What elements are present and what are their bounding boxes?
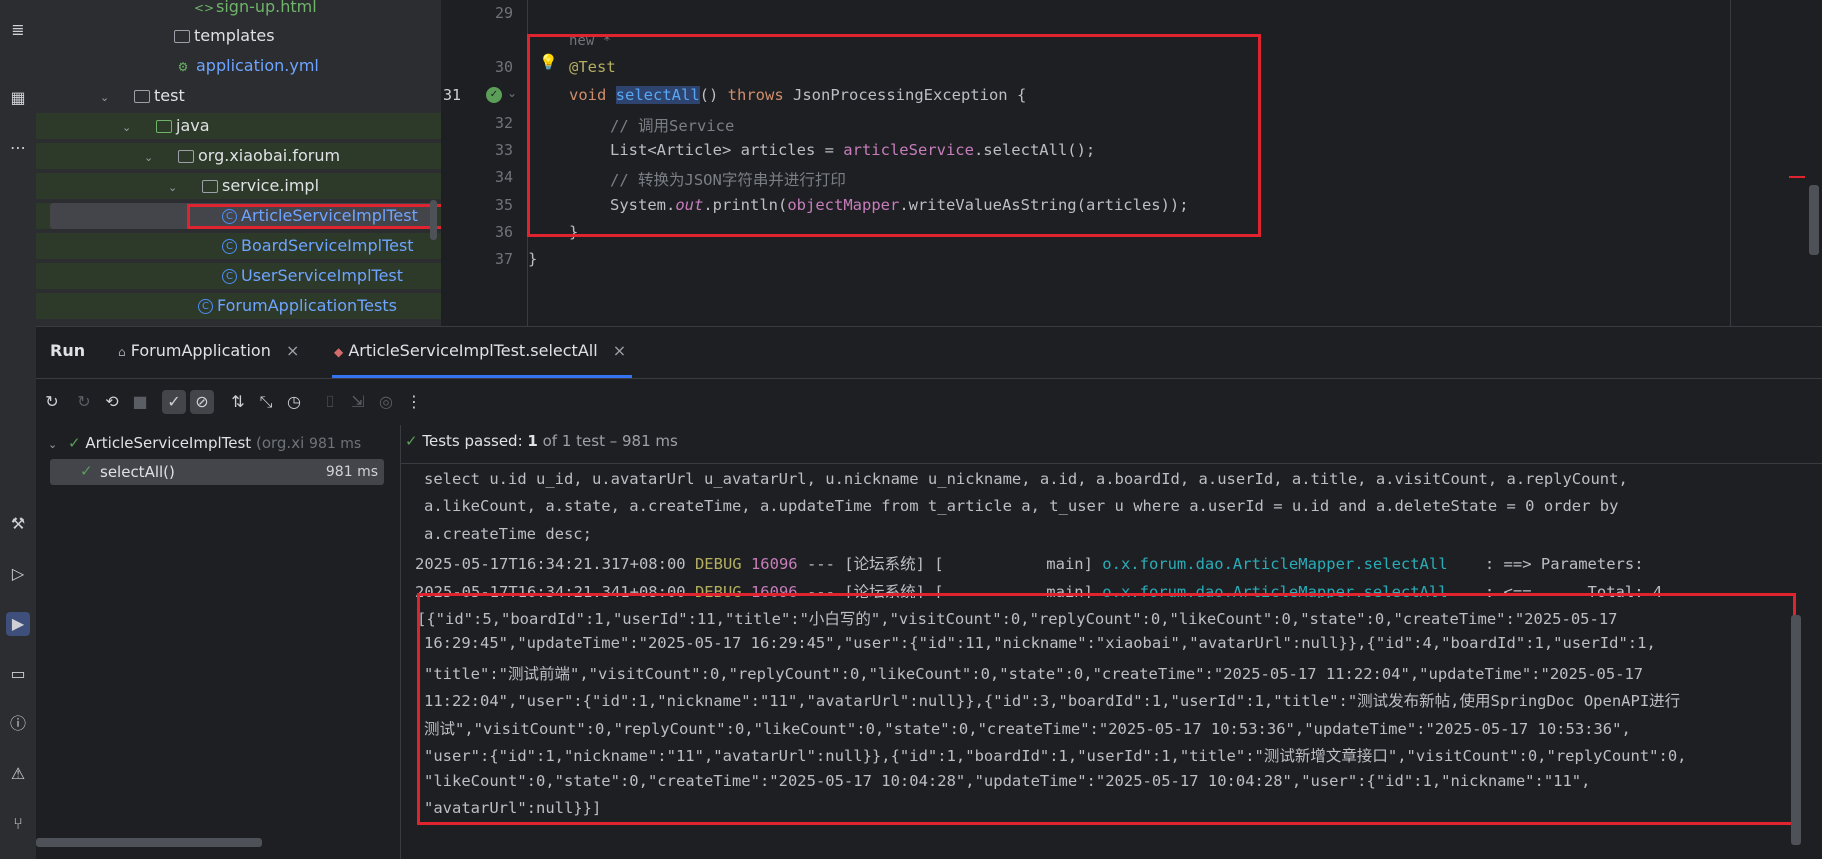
line-number: 30: [494, 58, 513, 76]
build-icon[interactable]: ⚒: [6, 512, 30, 536]
tree-item-application-yml[interactable]: ⚙ application.yml: [36, 53, 441, 79]
database-icon[interactable]: ≣: [6, 18, 30, 42]
close-icon[interactable]: ×: [286, 341, 299, 360]
toggle-auto-test-icon[interactable]: ⟲: [100, 390, 124, 414]
passed-check-icon: ✓: [80, 462, 93, 480]
run-icon[interactable]: ▶: [6, 612, 30, 636]
line-number: 34: [494, 168, 513, 186]
more-icon[interactable]: ⋯: [6, 136, 30, 160]
class-icon: C: [222, 239, 237, 254]
show-ignored-icon[interactable]: ⊘: [190, 390, 214, 414]
run-title: Run: [50, 341, 86, 360]
class-icon: C: [222, 269, 237, 284]
chevron-down-icon: ⌄: [144, 151, 154, 164]
status-divider: [401, 463, 1822, 464]
run-console[interactable]: ✓ Tests passed: 1 of 1 test – 981 ms sel…: [401, 425, 1822, 859]
import-icon[interactable]: ⇲: [346, 390, 370, 414]
code-editor[interactable]: new * 💡 @Test void selectAll() throws Js…: [527, 0, 1822, 326]
stop-icon[interactable]: ■: [128, 390, 152, 414]
line-number: 37: [494, 250, 513, 268]
passed-check-icon: ✓: [405, 432, 418, 450]
console-line: a.likeCount, a.state, a.createTime, a.up…: [424, 497, 1619, 515]
console-line: select u.id u_id, u.avatarUrl u_avatarUr…: [424, 470, 1628, 488]
annotation-box-tree: [187, 204, 441, 229]
console-line: a.createTime desc;: [424, 525, 592, 543]
test-results-tree: ⌄ ✓ ArticleServiceImplTest (org.xi 981 m…: [36, 425, 401, 859]
tree-item-java[interactable]: ⌄ java: [36, 113, 441, 139]
yml-file-icon: ⚙: [177, 59, 189, 74]
chevron-down-icon: ⌄: [122, 121, 132, 134]
test-status-bar: ✓ Tests passed: 1 of 1 test – 981 ms: [405, 432, 678, 450]
tab-forum-application[interactable]: ⌂ ForumApplication ×: [118, 341, 299, 360]
chevron-down-icon: ⌄: [48, 438, 58, 451]
tree-item-test[interactable]: ⌄ test: [36, 83, 441, 109]
line-number: 29: [494, 4, 513, 22]
tree-item-board-service-impl-test[interactable]: C BoardServiceImplTest: [36, 233, 441, 259]
problems-icon[interactable]: ⓘ: [6, 712, 30, 736]
rerun-failed-icon[interactable]: ↻: [72, 390, 96, 414]
run-toolbar: ↻ ↻ ⟲ ■ ✓ ⊘ ⇅ ⤡ ◷ ⌷ ⇲ ◎ ⋮: [36, 378, 1822, 426]
collapse-icon[interactable]: ⤡: [254, 390, 278, 414]
screenshot-icon[interactable]: ⌷: [318, 390, 342, 414]
line-number: 31: [442, 86, 461, 104]
console-log-line: 2025-05-17T16:34:21.317+08:00 DEBUG 1609…: [415, 555, 1644, 573]
tree-item-sign-up[interactable]: <> sign-up.html: [36, 0, 441, 20]
error-stripe-mark[interactable]: [1789, 176, 1805, 178]
test-child-node[interactable]: ✓ selectAll() 981 ms: [50, 459, 384, 485]
editor-scrollbar[interactable]: [1809, 185, 1819, 255]
terminal-icon[interactable]: ▭: [6, 662, 30, 686]
tab-article-service-impl-test[interactable]: ◆ ArticleServiceImplTest.selectAll ×: [334, 341, 626, 360]
html-file-icon: <>: [194, 0, 215, 15]
history-icon[interactable]: ◷: [282, 390, 306, 414]
show-passed-icon[interactable]: ✓: [162, 390, 186, 414]
services-icon[interactable]: ▷: [6, 562, 30, 586]
class-icon: C: [198, 299, 213, 314]
passed-check-icon: ✓: [68, 434, 81, 452]
editor-gutter: 29 30 31 ✓ ⌄ 32 33 34 35 36 37: [441, 0, 527, 326]
test-config-icon: ◆: [334, 345, 344, 359]
fold-chevron-icon[interactable]: ⌄: [507, 86, 517, 100]
console-scrollbar[interactable]: [1791, 615, 1801, 845]
line-number: 36: [494, 223, 513, 241]
warning-icon[interactable]: ⚠: [6, 762, 30, 786]
code-line-37: }: [528, 250, 538, 268]
line-number: 35: [494, 196, 513, 214]
tree-item-org-xiaobai-forum[interactable]: ⌄ org.xiaobai.forum: [36, 143, 441, 169]
line-number: 33: [494, 141, 513, 159]
annotation-box-console: [417, 593, 1796, 825]
tree-item-service-impl[interactable]: ⌄ service.impl: [36, 173, 441, 199]
horizontal-scrollbar[interactable]: [36, 838, 262, 847]
line-number: 32: [494, 114, 513, 132]
app-config-icon: ⌂: [118, 345, 126, 359]
test-folder-icon: [156, 120, 172, 133]
coverage-icon[interactable]: ◎: [374, 390, 398, 414]
folder-icon: [134, 90, 150, 103]
run-test-gutter-icon[interactable]: ✓: [486, 87, 502, 103]
chevron-down-icon: ⌄: [100, 91, 110, 104]
structure-icon[interactable]: ▦: [6, 86, 30, 110]
project-tree: <> sign-up.html templates ⚙ application.ym…: [36, 0, 441, 326]
chevron-down-icon: ⌄: [168, 181, 178, 194]
right-margin-line: [1730, 0, 1731, 326]
annotation-box-editor: [527, 34, 1261, 237]
close-icon[interactable]: ×: [613, 341, 626, 360]
test-root-node[interactable]: ⌄ ✓ ArticleServiceImplTest (org.xi 981 m…: [48, 434, 361, 452]
rerun-icon[interactable]: ↻: [40, 390, 64, 414]
folder-icon: [174, 30, 190, 43]
package-icon: [178, 150, 194, 163]
run-tool-window-header: Run ⌂ ForumApplication × ◆ ArticleServic…: [36, 326, 1822, 379]
tree-item-forum-application-tests[interactable]: C ForumApplicationTests: [36, 293, 441, 319]
tree-item-templates[interactable]: templates: [36, 23, 441, 49]
git-icon[interactable]: ⑂: [6, 812, 30, 836]
sort-icon[interactable]: ⇅: [226, 390, 250, 414]
tree-scrollbar[interactable]: [430, 200, 437, 240]
tool-window-strip: ≣ ▦ ⋯ ⚒ ▷ ▶ ▭ ⓘ ⚠ ⑂: [0, 0, 37, 859]
package-icon: [202, 180, 218, 193]
tree-item-user-service-impl-test[interactable]: C UserServiceImplTest: [36, 263, 441, 289]
more-options-icon[interactable]: ⋮: [402, 390, 426, 414]
